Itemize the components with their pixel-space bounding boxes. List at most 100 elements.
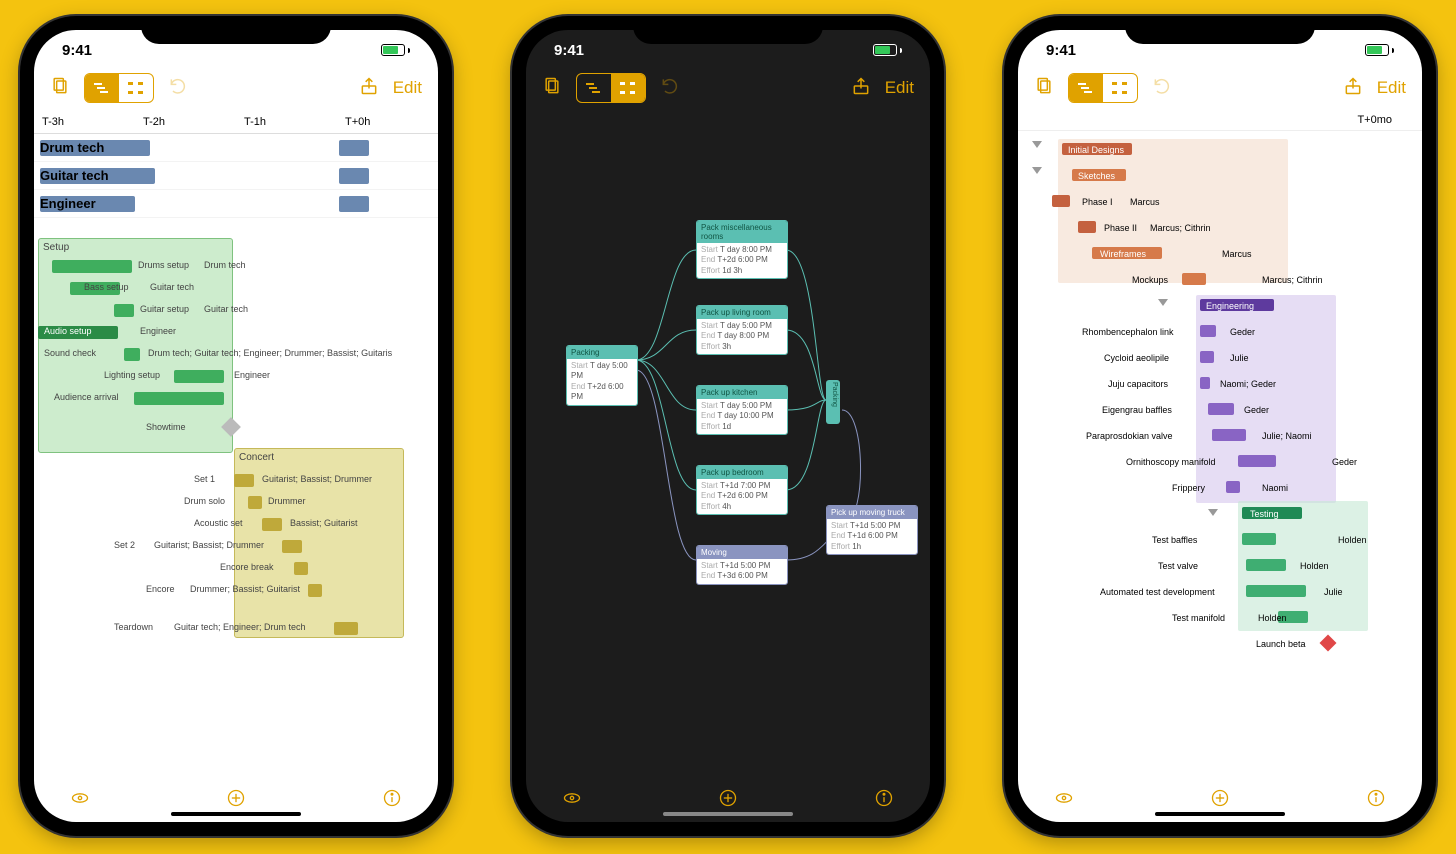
view-mode-segment[interactable]: [576, 73, 646, 103]
node-title: Pack up living room: [697, 306, 787, 319]
task-assignee: Holden: [1258, 613, 1287, 623]
edit-button[interactable]: Edit: [885, 78, 914, 98]
visibility-icon[interactable]: [562, 788, 582, 813]
add-icon[interactable]: [226, 788, 246, 813]
task-assignee: Engineer: [140, 326, 176, 336]
task-bar[interactable]: [174, 370, 224, 383]
info-icon[interactable]: [382, 788, 402, 813]
task-row[interactable]: WireframesMarcus: [1022, 241, 1418, 267]
share-icon[interactable]: [851, 76, 871, 101]
diagram-view[interactable]: Packing Start T day 5:00 PM End T+2d 6:0…: [526, 110, 930, 778]
edit-button[interactable]: Edit: [393, 78, 422, 98]
task-bar[interactable]: [262, 518, 282, 531]
resource-row[interactable]: Guitar tech: [34, 162, 438, 190]
node-title: Moving: [697, 546, 787, 559]
task-row[interactable]: Phase IIMarcus; Cithrin: [1022, 215, 1418, 241]
home-indicator[interactable]: [171, 812, 301, 816]
node-task[interactable]: Pack up bedroom Start T+1d 7:00 PMEnd T+…: [696, 465, 788, 515]
share-icon[interactable]: [359, 76, 379, 101]
task-label: Test manifold: [1172, 613, 1225, 623]
task-assignee: Julie: [1324, 587, 1343, 597]
view-mode-diagram[interactable]: [611, 74, 645, 102]
node-task[interactable]: Pack up living room Start T day 5:00 PME…: [696, 305, 788, 355]
task-bar[interactable]: [124, 348, 140, 361]
node-packing[interactable]: Packing Start T day 5:00 PM End T+2d 6:0…: [566, 345, 638, 406]
task-bar[interactable]: [294, 562, 308, 575]
phone-screenshot-1: 9:41 Edit T-3h T-2h T-1h: [20, 16, 452, 836]
task-bar[interactable]: [308, 584, 322, 597]
view-mode-gantt[interactable]: [85, 74, 119, 102]
task-row[interactable]: Test manifold Holden: [1022, 605, 1418, 631]
task-row[interactable]: Engineering: [1022, 293, 1418, 319]
node-packing-link[interactable]: Packing: [826, 380, 840, 424]
undo-icon[interactable]: [1152, 76, 1172, 101]
resource-row[interactable]: Drum tech: [34, 134, 438, 162]
battery-icon: [1365, 44, 1394, 56]
task-row[interactable]: Phase IMarcus: [1022, 189, 1418, 215]
task-row[interactable]: Automated test developmentJulie: [1022, 579, 1418, 605]
task-row[interactable]: FripperyNaomi: [1022, 475, 1418, 501]
task-bar[interactable]: [52, 260, 132, 273]
task-row[interactable]: Cycloid aeolipileJulie: [1022, 345, 1418, 371]
visibility-icon[interactable]: [1054, 788, 1074, 813]
task-bar[interactable]: [114, 304, 134, 317]
task-row[interactable]: Sketches: [1022, 163, 1418, 189]
node-truck[interactable]: Pick up moving truck Start T+1d 5:00 PME…: [826, 505, 918, 555]
view-mode-diagram[interactable]: [119, 74, 153, 102]
task-row[interactable]: Ornithoscopy manifoldGeder: [1022, 449, 1418, 475]
task-row[interactable]: Launch beta: [1022, 631, 1418, 657]
task-row[interactable]: MockupsMarcus; Cithrin: [1022, 267, 1418, 293]
task-label: Ornithoscopy manifold: [1126, 457, 1216, 467]
view-mode-gantt[interactable]: [577, 74, 611, 102]
documents-icon[interactable]: [50, 76, 70, 101]
task-bar[interactable]: [134, 392, 224, 405]
documents-icon[interactable]: [1034, 76, 1054, 101]
task-row[interactable]: Paraprosdokian valveJulie; Naomi: [1022, 423, 1418, 449]
view-mode-segment[interactable]: [1068, 73, 1138, 103]
task-assignee: Marcus: [1222, 249, 1252, 259]
task-label: Eigengrau baffles: [1102, 405, 1172, 415]
task-row[interactable]: Test bafflesHolden: [1022, 527, 1418, 553]
notch: [141, 16, 331, 44]
task-label: Sound check: [44, 348, 96, 358]
view-mode-gantt[interactable]: [1069, 74, 1103, 102]
share-icon[interactable]: [1343, 76, 1363, 101]
info-icon[interactable]: [874, 788, 894, 813]
milestone-icon[interactable]: [1320, 635, 1337, 652]
task-bar[interactable]: [282, 540, 302, 553]
view-mode-segment[interactable]: [84, 73, 154, 103]
visibility-icon[interactable]: [70, 788, 90, 813]
task-label: Showtime: [146, 422, 186, 432]
task-row[interactable]: Test valveHolden: [1022, 553, 1418, 579]
view-mode-diagram[interactable]: [1103, 74, 1137, 102]
edit-button[interactable]: Edit: [1377, 78, 1406, 98]
task-assignee: Marcus: [1130, 197, 1160, 207]
node-moving[interactable]: Moving Start T+1d 5:00 PMEnd T+3d 6:00 P…: [696, 545, 788, 585]
undo-icon[interactable]: [660, 76, 680, 101]
node-task[interactable]: Pack up kitchen Start T day 5:00 PMEnd T…: [696, 385, 788, 435]
phone-screenshot-3: 9:41 Edit T+0mo: [1004, 16, 1436, 836]
task-row[interactable]: Eigengrau bafflesGeder: [1022, 397, 1418, 423]
task-row[interactable]: Juju capacitorsNaomi; Geder: [1022, 371, 1418, 397]
task-row[interactable]: Initial Designs: [1022, 137, 1418, 163]
info-icon[interactable]: [1366, 788, 1386, 813]
task-area[interactable]: Setup Drums setupDrum tech Bass setupGui…: [34, 238, 438, 758]
node-task[interactable]: Pack miscellaneous rooms Start T day 8:0…: [696, 220, 788, 279]
task-row[interactable]: Rhombencephalon linkGeder: [1022, 319, 1418, 345]
home-indicator[interactable]: [663, 812, 793, 816]
task-bar[interactable]: [234, 474, 254, 487]
task-label: Initial Designs: [1068, 145, 1124, 155]
add-icon[interactable]: [1210, 788, 1230, 813]
task-bar[interactable]: [248, 496, 262, 509]
toolbar: Edit: [34, 66, 438, 110]
gantt-view[interactable]: T-3h T-2h T-1h T+0h Drum tech Guitar tec…: [34, 110, 438, 778]
gantt-view[interactable]: T+0mo Initial Designs Sketches Phase IMa…: [1018, 110, 1422, 778]
task-label: Guitar setup: [140, 304, 189, 314]
task-bar[interactable]: [334, 622, 358, 635]
home-indicator[interactable]: [1155, 812, 1285, 816]
undo-icon[interactable]: [168, 76, 188, 101]
task-row[interactable]: Testing: [1022, 501, 1418, 527]
resource-row[interactable]: Engineer: [34, 190, 438, 218]
documents-icon[interactable]: [542, 76, 562, 101]
add-icon[interactable]: [718, 788, 738, 813]
